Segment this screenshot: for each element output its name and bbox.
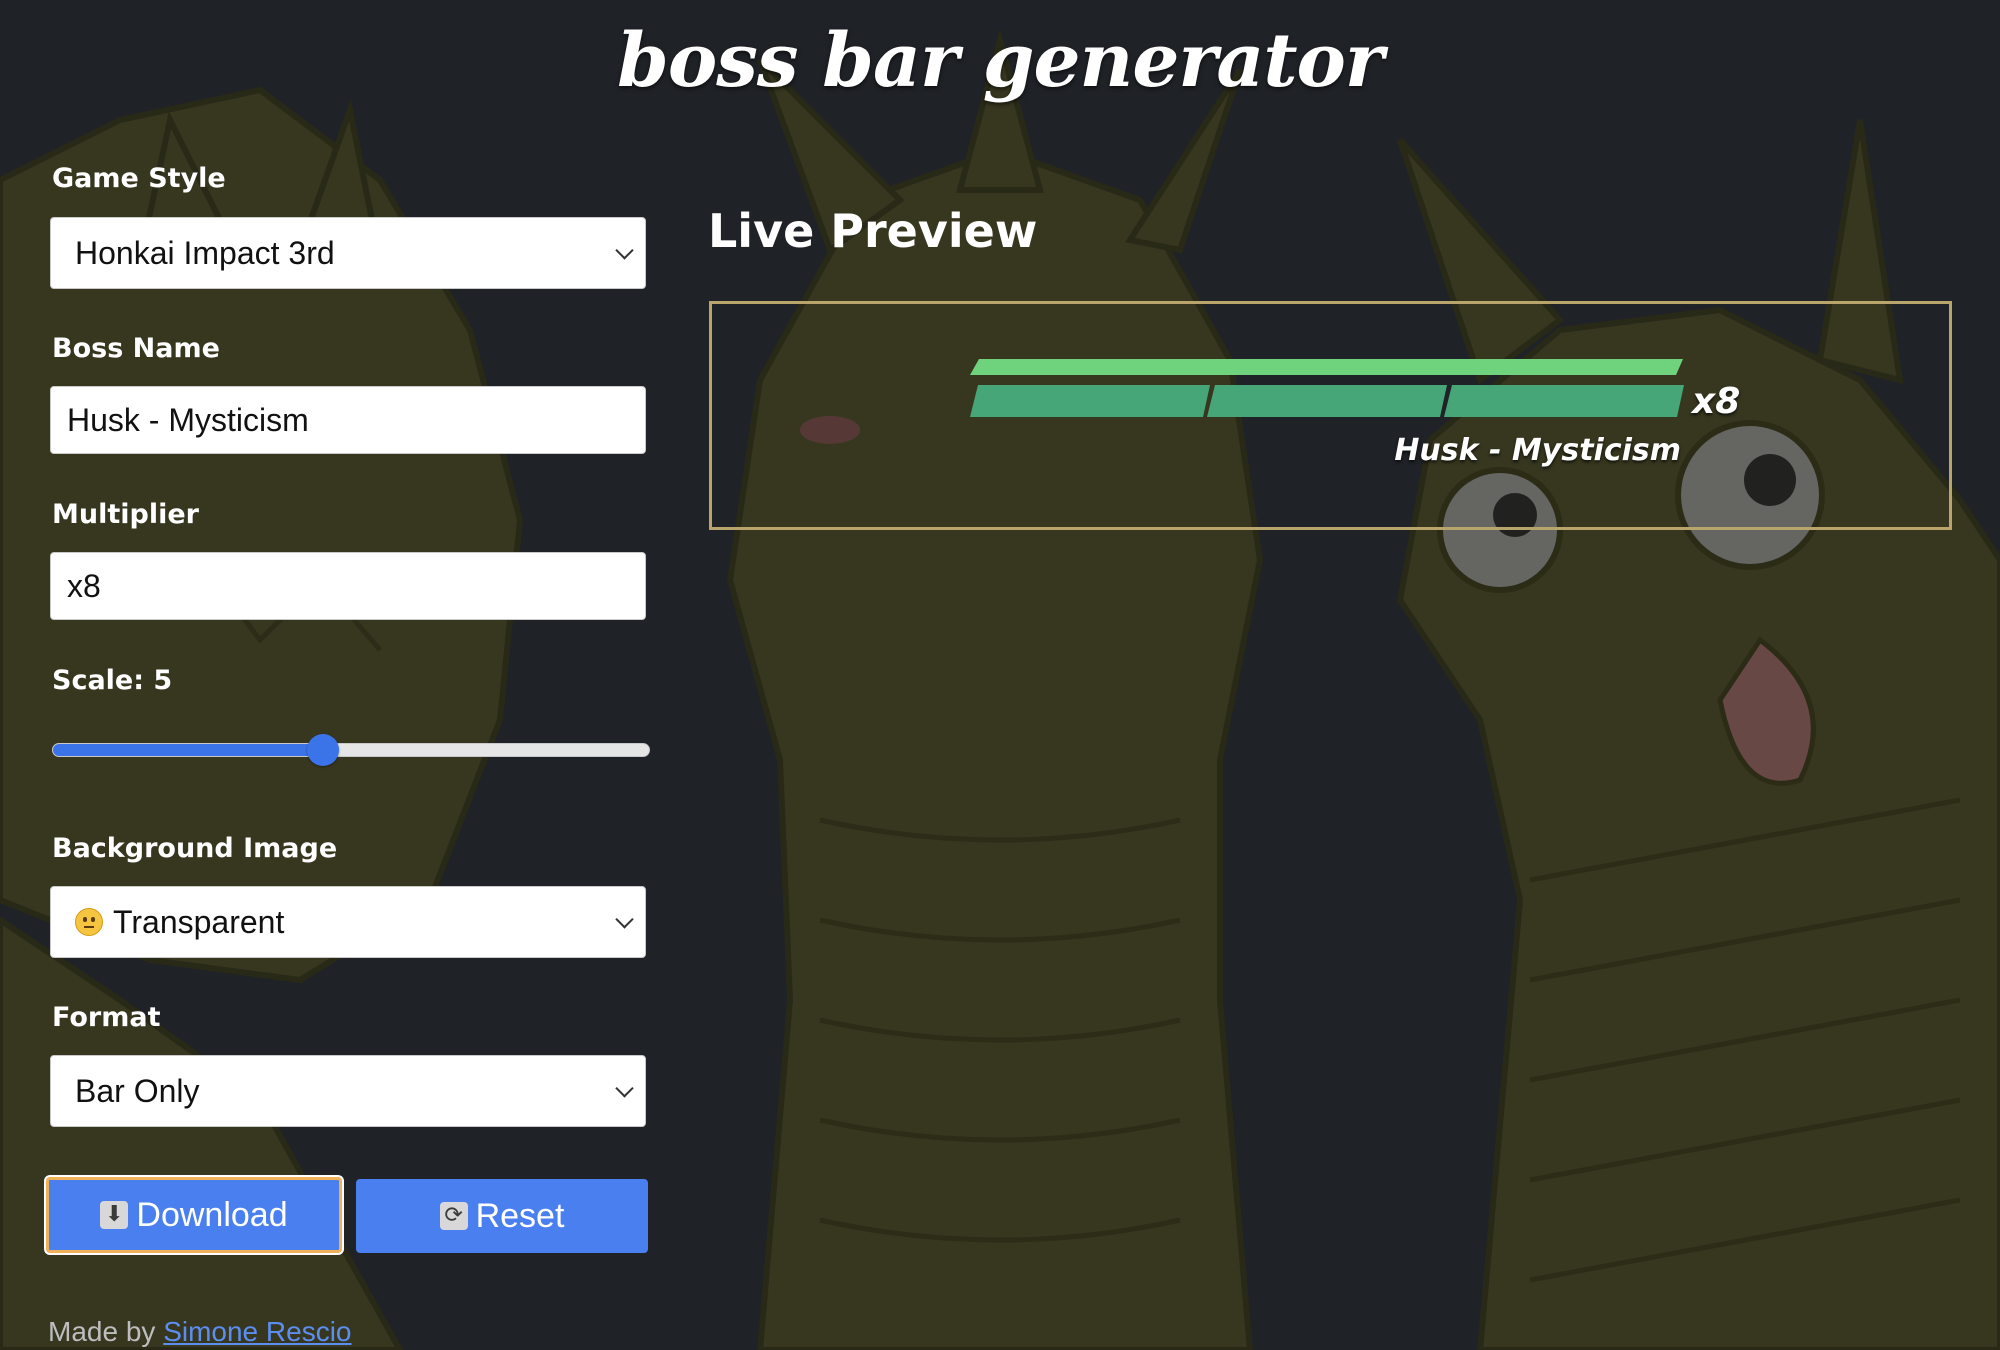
app-title: boss bar generator bbox=[617, 18, 1384, 104]
reset-button-label: Reset bbox=[475, 1196, 565, 1235]
footer-credit: Made by Simone Rescio bbox=[48, 1316, 352, 1348]
format-select[interactable]: Bar Only bbox=[50, 1055, 646, 1127]
live-preview-heading: Live Preview bbox=[708, 204, 1038, 258]
preview-multiplier: x8 bbox=[1692, 381, 1741, 422]
download-button[interactable]: ⬇ Download bbox=[46, 1177, 342, 1253]
game-style-select[interactable]: Honkai Impact 3rd bbox=[50, 217, 646, 289]
multiplier-input-value: x8 bbox=[67, 567, 101, 604]
background-image-label: Background Image bbox=[52, 833, 338, 864]
multiplier-label: Multiplier bbox=[52, 499, 199, 530]
preview-boss-name: Husk - Mysticism bbox=[1394, 433, 1681, 468]
scale-slider-thumb[interactable] bbox=[306, 734, 339, 766]
footer-prefix: Made by bbox=[48, 1316, 156, 1347]
multiplier-input[interactable]: x8 bbox=[50, 552, 646, 620]
scale-slider-fill bbox=[53, 744, 324, 756]
neutral-face-icon bbox=[75, 908, 103, 936]
format-label: Format bbox=[52, 1002, 161, 1033]
down-arrow-icon: ⬇ bbox=[100, 1201, 129, 1229]
boss-health-bar bbox=[970, 359, 1684, 417]
download-button-label: Download bbox=[136, 1195, 288, 1234]
background-image-selected-value: Transparent bbox=[113, 903, 285, 940]
health-bar-segment-3 bbox=[1444, 385, 1684, 417]
chevron-down-icon bbox=[615, 1079, 634, 1098]
dragon-background-illustration bbox=[0, 0, 2000, 1350]
boss-name-label: Boss Name bbox=[52, 333, 220, 364]
game-style-selected-value: Honkai Impact 3rd bbox=[75, 234, 335, 271]
health-bar-segment-2 bbox=[1207, 385, 1447, 417]
game-style-label: Game Style bbox=[52, 163, 226, 194]
format-selected-value: Bar Only bbox=[75, 1072, 200, 1109]
refresh-icon: ⟳ bbox=[439, 1202, 468, 1230]
chevron-down-icon bbox=[615, 241, 634, 260]
reset-button[interactable]: ⟳ Reset bbox=[356, 1179, 648, 1253]
health-bar-top-strip bbox=[970, 359, 1683, 375]
chevron-down-icon bbox=[615, 910, 634, 929]
boss-name-input[interactable]: Husk - Mysticism bbox=[50, 386, 646, 454]
boss-name-input-value: Husk - Mysticism bbox=[67, 401, 309, 438]
scale-label: Scale: 5 bbox=[52, 665, 173, 696]
background-image-select[interactable]: Transparent bbox=[50, 886, 646, 958]
scale-slider[interactable] bbox=[52, 743, 650, 757]
health-bar-segment-1 bbox=[970, 385, 1210, 417]
author-link[interactable]: Simone Rescio bbox=[163, 1316, 351, 1347]
